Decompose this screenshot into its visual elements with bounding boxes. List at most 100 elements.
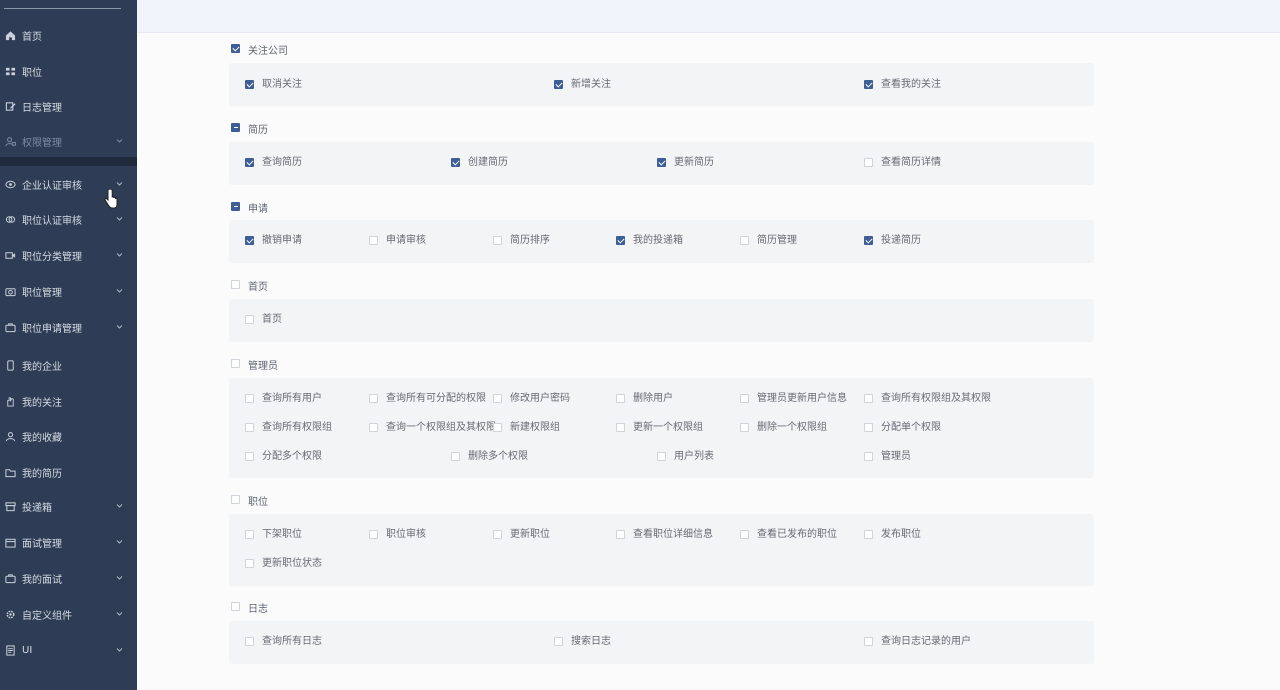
sidebar-item-interview[interactable]: 面试管理	[0, 530, 137, 554]
permission-checkbox[interactable]	[245, 423, 254, 432]
permission-checkbox[interactable]	[657, 158, 666, 167]
sidebar-item-custom[interactable]: 自定义组件	[0, 602, 137, 626]
permission-label: 更新简历	[674, 157, 714, 168]
group-label[interactable]: 简历	[248, 121, 268, 136]
permission-label: 查询所有可分配的权限	[386, 393, 486, 404]
permission-checkbox[interactable]	[554, 637, 563, 646]
permission-checkbox[interactable]	[493, 530, 502, 539]
group-label[interactable]: 管理员	[248, 357, 278, 372]
sidebar-item-delivery[interactable]: 投递箱	[0, 494, 137, 518]
permission-label: 查询所有用户	[262, 393, 322, 404]
permission-checkbox[interactable]	[245, 158, 254, 167]
permission-label: 申请审核	[386, 235, 426, 246]
group-label[interactable]: 首页	[248, 278, 268, 293]
sidebar-item-my-company[interactable]: 我的企业	[0, 353, 137, 377]
permission-checkbox[interactable]	[616, 530, 625, 539]
permission-checkbox[interactable]	[864, 423, 873, 432]
permission-label: 查询一个权限组及其权限	[386, 422, 496, 433]
group-checkbox[interactable]	[231, 495, 240, 504]
permission-checkbox[interactable]	[245, 452, 254, 461]
permission-label: 查询所有日志	[262, 636, 322, 647]
group-label[interactable]: 职位	[248, 493, 268, 508]
sidebar-item-apply-manage[interactable]: 职位申请管理	[0, 315, 137, 339]
permission-checkbox[interactable]	[245, 315, 254, 324]
permission-checkbox[interactable]	[245, 530, 254, 539]
group-label[interactable]: 申请	[248, 200, 268, 215]
permission-checkbox[interactable]	[369, 236, 378, 245]
sidebar-divider-line	[4, 8, 121, 9]
sidebar-item-my-follow[interactable]: 我的关注	[0, 389, 137, 413]
box-icon	[4, 500, 16, 512]
sidebar-item-label: 企业认证审核	[22, 180, 82, 192]
group-label[interactable]: 日志	[248, 600, 268, 615]
permission-checkbox[interactable]	[369, 394, 378, 403]
chevron-down-icon	[116, 538, 123, 545]
group-checkbox[interactable]	[231, 202, 240, 211]
sidebar-item-home[interactable]: 首页	[0, 23, 137, 47]
group-label[interactable]: 关注公司	[248, 42, 288, 57]
permission-items-panel: 取消关注 新增关注 查看我的关注	[229, 63, 1094, 106]
permission-label: 职位审核	[386, 529, 426, 540]
permission-checkbox[interactable]	[245, 394, 254, 403]
permission-label: 管理员更新用户信息	[757, 393, 847, 404]
permission-checkbox[interactable]	[864, 394, 873, 403]
group-checkbox[interactable]	[231, 44, 240, 53]
sidebar-item-label: 我的面试	[22, 574, 62, 586]
permission-checkbox[interactable]	[493, 236, 502, 245]
permission-checkbox[interactable]	[864, 158, 873, 167]
sidebar-item-ui[interactable]: UI	[0, 638, 137, 662]
sidebar-item-label: 职位申请管理	[22, 323, 82, 335]
chevron-down-icon	[116, 180, 123, 187]
permission-checkbox[interactable]	[493, 423, 502, 432]
chevron-down-icon	[116, 137, 123, 144]
permission-label: 投递简历	[881, 235, 921, 246]
permission-checkbox[interactable]	[740, 423, 749, 432]
permission-checkbox[interactable]	[493, 394, 502, 403]
permission-checkbox[interactable]	[245, 80, 254, 89]
sidebar-item-my-interview[interactable]: 我的面试	[0, 566, 137, 590]
sidebar-item-my-favorite[interactable]: 我的收藏	[0, 424, 137, 448]
sidebar-item-log[interactable]: 日志管理	[0, 94, 137, 118]
permission-checkbox[interactable]	[245, 559, 254, 568]
sidebar-item-my-resume[interactable]: 我的简历	[0, 460, 137, 484]
permission-checkbox[interactable]	[740, 394, 749, 403]
permission-label: 更新职位状态	[262, 558, 322, 569]
group-checkbox[interactable]	[231, 359, 240, 368]
sidebar-item-label: 我的企业	[22, 361, 62, 373]
permission-label: 新建权限组	[510, 422, 560, 433]
group-checkbox[interactable]	[231, 123, 240, 132]
permission-checkbox[interactable]	[616, 236, 625, 245]
permission-items-panel: 查询简历 创建简历 更新简历 查看简历详情	[229, 142, 1094, 185]
permission-checkbox[interactable]	[451, 158, 460, 167]
sidebar-item-position[interactable]: 职位	[0, 59, 137, 83]
permission-checkbox[interactable]	[554, 80, 563, 89]
permission-checkbox[interactable]	[864, 530, 873, 539]
sidebar-item-label: 权限管理	[22, 137, 62, 149]
group-checkbox[interactable]	[231, 280, 240, 289]
permission-label: 查看职位详细信息	[633, 529, 713, 540]
permission-checkbox[interactable]	[616, 423, 625, 432]
permission-checkbox[interactable]	[864, 236, 873, 245]
permission-checkbox[interactable]	[245, 236, 254, 245]
sidebar-item-label: UI	[22, 644, 33, 656]
permission-checkbox[interactable]	[369, 423, 378, 432]
permission-label: 发布职位	[881, 529, 921, 540]
permission-checkbox[interactable]	[451, 452, 460, 461]
sidebar-item-permission[interactable]: 权限管理	[0, 129, 137, 153]
permission-checkbox[interactable]	[864, 637, 873, 646]
permission-checkbox[interactable]	[369, 530, 378, 539]
sidebar: 首页职位日志管理权限管理企业认证审核职位认证审核 职位分类管理 职位管理职位申请管理…	[0, 0, 137, 690]
permission-checkbox[interactable]	[864, 80, 873, 89]
sidebar-item-position-audit[interactable]: 职位认证审核	[0, 207, 137, 231]
sidebar-item-category[interactable]: 职位分类管理	[0, 243, 137, 267]
permission-checkbox[interactable]	[740, 530, 749, 539]
permission-checkbox[interactable]	[657, 452, 666, 461]
permission-checkbox[interactable]	[740, 236, 749, 245]
sidebar-item-label: 投递箱	[22, 502, 52, 514]
sidebar-item-label: 日志管理	[22, 102, 62, 114]
permission-checkbox[interactable]	[616, 394, 625, 403]
permission-checkbox[interactable]	[245, 637, 254, 646]
permission-checkbox[interactable]	[864, 452, 873, 461]
sidebar-item-position-manage[interactable]: 职位管理	[0, 279, 137, 303]
group-checkbox[interactable]	[231, 602, 240, 611]
